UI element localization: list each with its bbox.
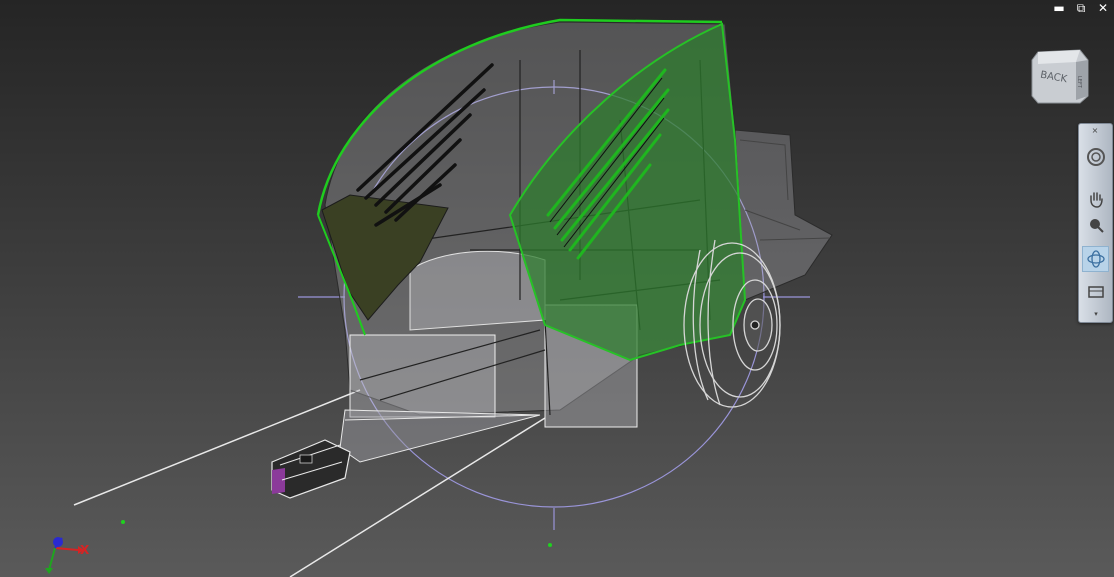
work-point <box>121 520 125 524</box>
steering-wheel-icon <box>1086 148 1105 166</box>
drawbar <box>339 409 541 463</box>
pan-hand-icon <box>1089 192 1103 208</box>
orbit-button[interactable] <box>1082 246 1109 272</box>
viewcube-side-label: LEFT <box>1076 76 1082 89</box>
look-at-icon <box>1087 286 1104 298</box>
viewcube[interactable]: BACK LEFT <box>1030 48 1090 106</box>
coordinate-triad <box>45 537 84 574</box>
navbar-close-button[interactable]: × <box>1089 127 1101 135</box>
full-navigation-wheel-button[interactable] <box>1082 144 1109 170</box>
x-axis-label: X <box>80 543 90 557</box>
orbit-icon <box>1086 250 1105 268</box>
navbar-customize-button[interactable]: ▾ <box>1091 309 1101 319</box>
navigation-bar: × ▾ <box>1078 123 1113 323</box>
look-at-button[interactable] <box>1082 279 1109 305</box>
pan-button[interactable] <box>1082 186 1109 212</box>
3d-viewport[interactable]: ▬ ⧉ ✕ BACK LEFT × ▾ X <box>0 0 1114 577</box>
zoom-icon <box>1089 219 1104 233</box>
zoom-button[interactable] <box>1082 212 1109 238</box>
work-point <box>548 543 552 547</box>
hitch-coupler <box>271 439 351 499</box>
model-scene[interactable] <box>0 0 1114 577</box>
